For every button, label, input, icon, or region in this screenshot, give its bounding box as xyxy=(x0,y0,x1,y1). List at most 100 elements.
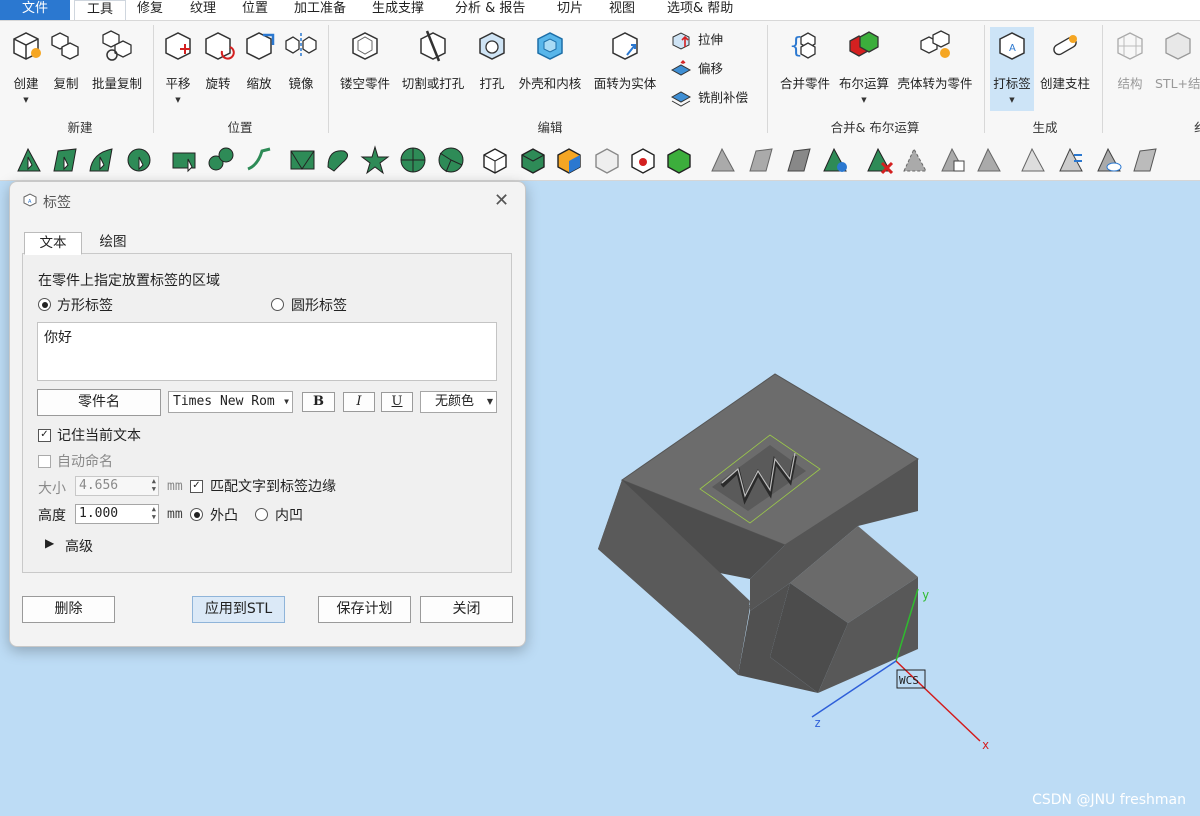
tab-drawing[interactable]: 绘图 xyxy=(88,232,138,253)
menu-view[interactable]: 视图 xyxy=(609,0,635,20)
square-label-text: 方形标签 xyxy=(57,298,113,314)
label-icon: A xyxy=(999,32,1025,60)
spinner-arrows-icon[interactable]: ▲ ▼ xyxy=(152,477,156,493)
cut-punch-button[interactable]: 切割或打孔 xyxy=(400,27,466,111)
menu-tools[interactable]: 工具 xyxy=(74,0,126,21)
engrave-radio[interactable] xyxy=(255,508,268,521)
underline-button[interactable]: U xyxy=(381,392,413,412)
shell-core-button[interactable]: 外壳和内核 xyxy=(516,27,584,111)
batch-copy-button[interactable]: 批量复制 xyxy=(88,27,146,111)
translate-icon xyxy=(165,32,191,60)
menu-prepare[interactable]: 加工准备 xyxy=(294,0,346,20)
menu-file[interactable]: 文件 xyxy=(0,0,70,20)
unselect-surface-icon[interactable] xyxy=(746,145,776,175)
close-icon[interactable]: ✕ xyxy=(494,190,509,211)
group-separator xyxy=(984,25,985,133)
separate-selection-icon[interactable] xyxy=(974,145,1004,175)
menu-repair[interactable]: 修复 xyxy=(137,0,163,20)
milling-compensation-button[interactable]: 铣削补偿 xyxy=(670,87,748,109)
menu-slice[interactable]: 切片 xyxy=(557,0,583,20)
group-separator xyxy=(328,25,329,133)
translate-button[interactable]: 平移 ▼ xyxy=(160,27,196,111)
select-part-wire-icon[interactable] xyxy=(592,145,622,175)
show-eye-icon[interactable] xyxy=(1094,145,1124,175)
round-label-radio[interactable] xyxy=(271,298,284,311)
height-input[interactable]: 1.000 ▲ ▼ xyxy=(75,504,159,524)
remember-text-checkbox[interactable]: ✓ xyxy=(38,429,51,442)
select-shell-icon[interactable] xyxy=(124,145,154,175)
hide-selection-icon[interactable] xyxy=(900,145,930,175)
label-text-input[interactable]: 你好 xyxy=(37,322,497,381)
tab-text[interactable]: 文本 xyxy=(24,232,82,255)
select-curved-surface-icon[interactable] xyxy=(86,145,116,175)
size-input[interactable]: 4.656 ▲ ▼ xyxy=(75,476,159,496)
emboss-radio[interactable] xyxy=(190,508,203,521)
copy-button[interactable]: 复制 xyxy=(48,27,84,111)
close-button[interactable]: 关闭 xyxy=(420,596,513,623)
spinner-arrows-icon[interactable]: ▲ ▼ xyxy=(152,505,156,521)
create-button[interactable]: 创建 ▼ xyxy=(6,27,46,111)
save-plan-button[interactable]: 保存计划 xyxy=(318,596,411,623)
show-triangle-icon[interactable] xyxy=(1018,145,1048,175)
italic-button[interactable]: I xyxy=(343,392,375,412)
fit-text-checkbox[interactable]: ✓ xyxy=(190,480,203,493)
select-star-icon[interactable] xyxy=(360,145,390,175)
menu-position[interactable]: 位置 xyxy=(242,0,268,20)
structure-button[interactable]: 结构 xyxy=(1110,27,1150,111)
expand-triangle-icon[interactable]: ▶ xyxy=(45,536,54,550)
auto-name-checkbox[interactable] xyxy=(38,455,51,468)
boolean-button[interactable]: 布尔运算 ▼ xyxy=(836,27,892,111)
show-normals-icon[interactable] xyxy=(1056,145,1086,175)
stl-structure-button[interactable]: STL+结 xyxy=(1155,27,1200,111)
grow-selection-icon[interactable] xyxy=(784,145,814,175)
drill-button[interactable]: 打孔 xyxy=(474,27,510,111)
shell-to-part-button[interactable]: 壳体转为零件 xyxy=(896,27,974,111)
delete-button[interactable]: 删除 xyxy=(22,596,115,623)
select-part-green-icon[interactable] xyxy=(664,145,694,175)
apply-to-stl-button[interactable]: 应用到STL xyxy=(192,596,285,623)
select-lasso-icon[interactable] xyxy=(324,145,354,175)
menu-options-help[interactable]: 选项& 帮助 xyxy=(667,0,733,20)
part-name-button[interactable]: 零件名 xyxy=(37,389,161,416)
round-label-text: 圆形标签 xyxy=(291,298,347,314)
menu-texture[interactable]: 纹理 xyxy=(190,0,216,20)
select-surface-icon[interactable] xyxy=(50,145,80,175)
select-plane-icon[interactable] xyxy=(170,145,200,175)
merge-parts-button[interactable]: { 合并零件 xyxy=(777,27,833,111)
rotate-button[interactable]: 旋转 xyxy=(200,27,236,111)
select-part-red-icon[interactable] xyxy=(628,145,658,175)
extrude-button[interactable]: 拉伸 xyxy=(670,29,723,51)
hollow-part-button[interactable]: 镂空零件 xyxy=(337,27,393,111)
delete-selection-icon[interactable] xyxy=(864,145,894,175)
select-part-icon[interactable] xyxy=(480,145,510,175)
square-label-radio[interactable] xyxy=(38,298,51,311)
unselect-triangle-icon[interactable] xyxy=(708,145,738,175)
scale-button[interactable]: 缩放 xyxy=(241,27,277,111)
select-edge-icon[interactable] xyxy=(244,145,274,175)
select-box-icon[interactable] xyxy=(288,145,318,175)
axis-x-line xyxy=(895,660,981,742)
offset-button[interactable]: 偏移 xyxy=(670,58,723,80)
menu-supports[interactable]: 生成支撑 xyxy=(372,0,424,20)
stl-structure-icon xyxy=(1164,32,1191,60)
color-select[interactable]: 无颜色 ▼ xyxy=(420,391,497,413)
create-pillar-button[interactable]: 创建支柱 xyxy=(1037,27,1093,111)
select-part-colored-icon[interactable] xyxy=(554,145,584,175)
mirror-button[interactable]: 镜像 xyxy=(283,27,319,111)
show-wireframe-icon[interactable] xyxy=(1130,145,1160,175)
select-sphere-icon[interactable] xyxy=(398,145,428,175)
copy-selection-icon[interactable] xyxy=(938,145,968,175)
bold-button[interactable]: B xyxy=(302,392,335,412)
font-select[interactable]: Times New Rom ▼ xyxy=(168,391,293,413)
shell-to-part-icon xyxy=(920,30,950,58)
select-fan-icon[interactable] xyxy=(436,145,466,175)
select-part-solid-icon[interactable] xyxy=(518,145,548,175)
select-triangle-icon[interactable] xyxy=(14,145,44,175)
face-to-solid-button[interactable]: 面转为实体 xyxy=(592,27,658,111)
advanced-toggle[interactable]: 高级 xyxy=(65,536,93,556)
invert-selection-icon[interactable] xyxy=(820,145,850,175)
select-connected-icon[interactable] xyxy=(206,145,236,175)
part-model[interactable] xyxy=(598,373,919,693)
label-button[interactable]: A 打标签 ▼ xyxy=(990,27,1034,111)
menu-analysis[interactable]: 分析 & 报告 xyxy=(455,0,525,20)
